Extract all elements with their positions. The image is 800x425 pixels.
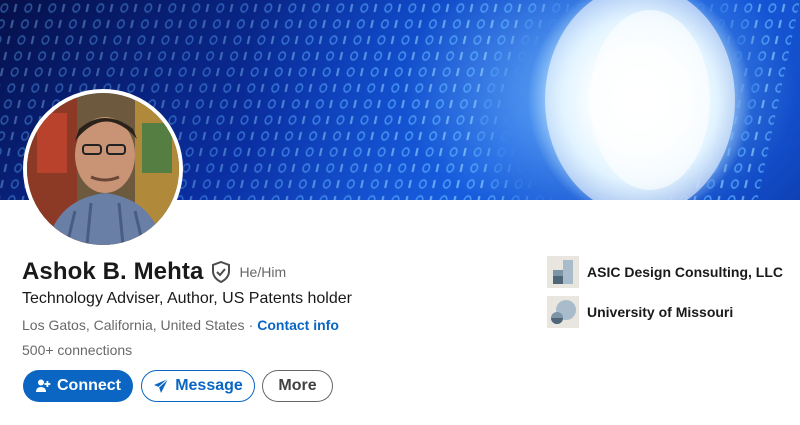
more-label: More	[278, 377, 317, 394]
location-row: Los Gatos, California, United States · C…	[22, 317, 339, 333]
profile-card: Ashok B. Mehta He/Him Technology Adviser…	[0, 0, 800, 425]
current-company-link[interactable]: ASIC Design Consulting, LLC	[547, 256, 783, 288]
location-text: Los Gatos, California, United States	[22, 317, 245, 333]
add-person-icon	[35, 378, 51, 394]
message-button[interactable]: Message	[141, 370, 255, 402]
profile-name: Ashok B. Mehta	[22, 258, 204, 285]
school-logo-icon	[547, 296, 579, 328]
pronouns: He/Him	[239, 264, 287, 280]
more-button[interactable]: More	[262, 370, 333, 402]
connections-count: 500+ connections	[22, 342, 133, 358]
separator-dot: ·	[248, 317, 254, 333]
school-name: University of Missouri	[587, 304, 734, 320]
education-school-link[interactable]: University of Missouri	[547, 296, 733, 328]
send-paper-plane-icon	[153, 378, 169, 394]
profile-photo[interactable]	[23, 89, 183, 249]
company-name: ASIC Design Consulting, LLC	[587, 264, 783, 280]
profile-photo-image	[27, 93, 179, 245]
company-logo-icon	[547, 256, 579, 288]
contact-info-link[interactable]: Contact info	[257, 317, 339, 333]
message-label: Message	[175, 377, 243, 394]
name-row: Ashok B. Mehta He/Him	[22, 258, 286, 286]
connect-label: Connect	[57, 377, 121, 394]
profile-headline: Technology Adviser, Author, US Patents h…	[22, 290, 352, 307]
connect-button[interactable]: Connect	[23, 370, 133, 402]
verified-shield-icon[interactable]	[211, 260, 231, 284]
